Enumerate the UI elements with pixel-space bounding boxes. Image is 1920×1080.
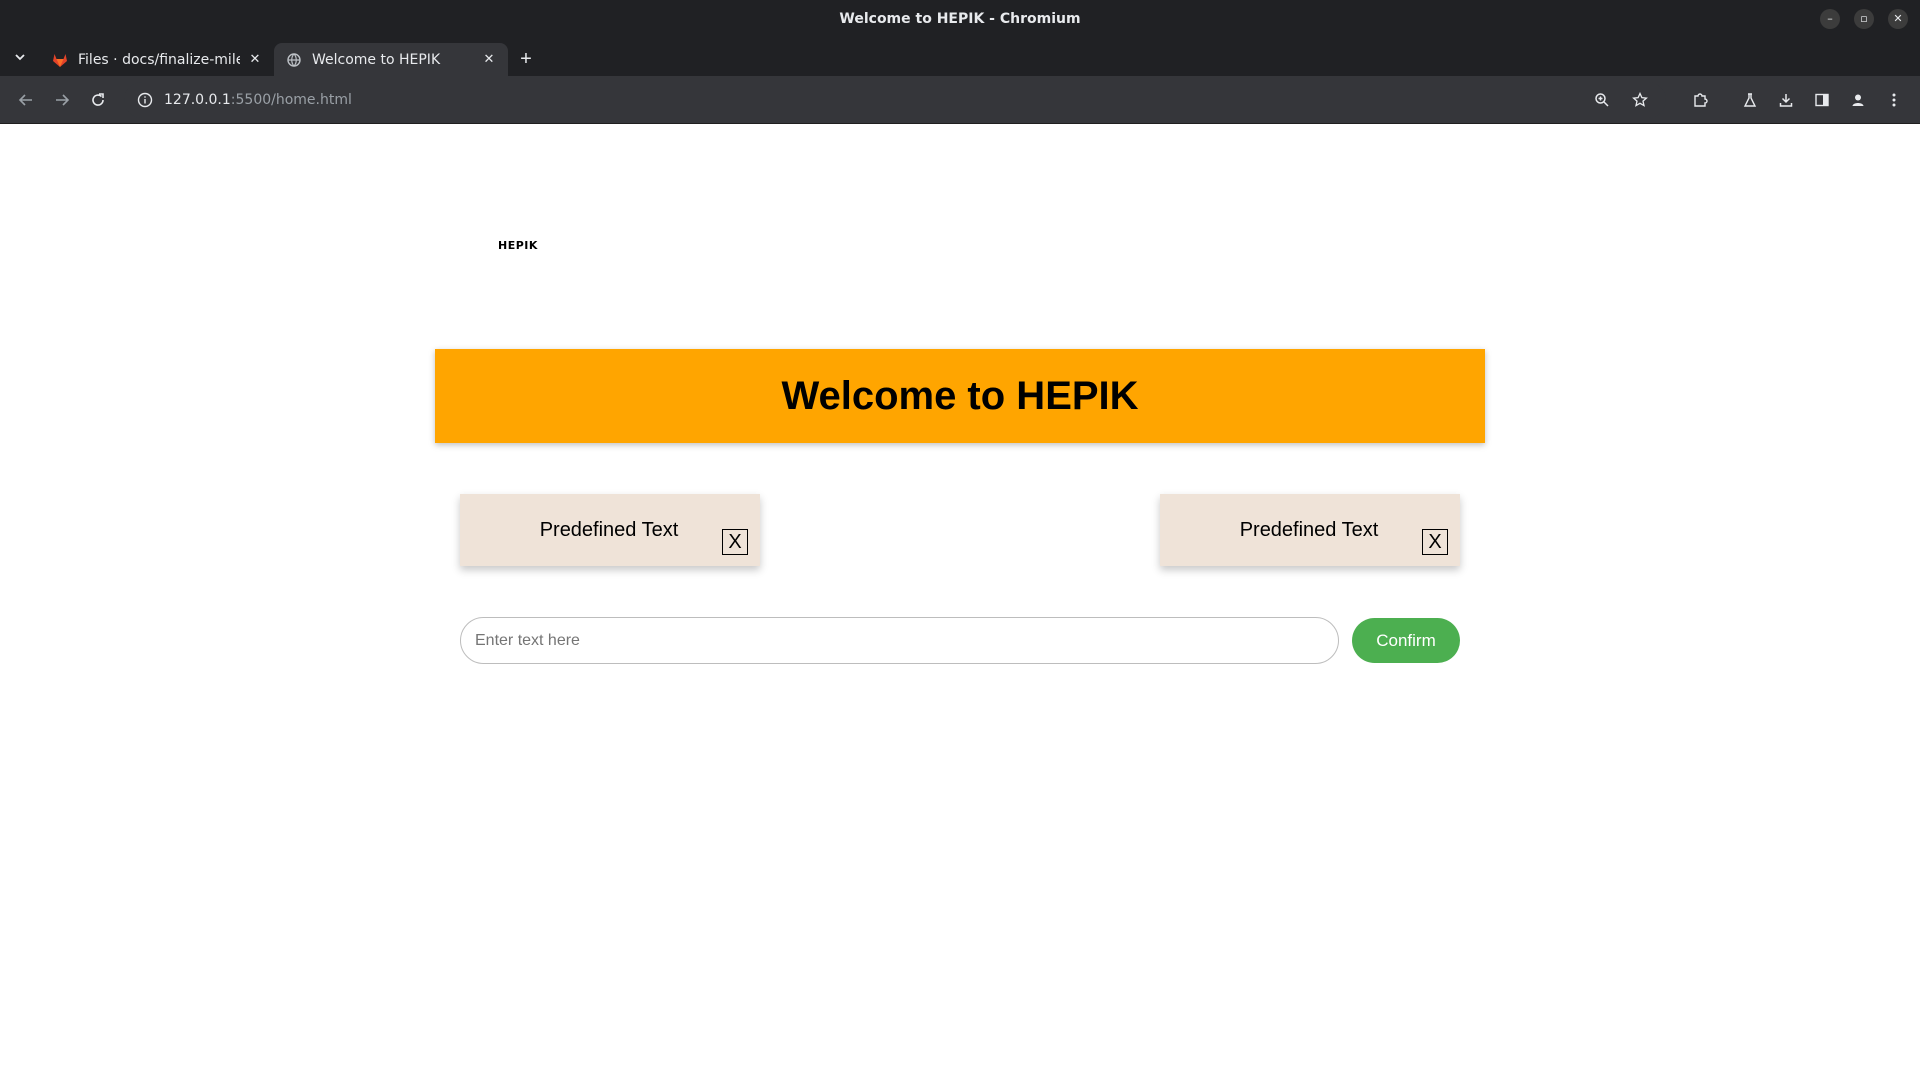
close-tab-icon[interactable]: ✕ xyxy=(480,51,498,69)
star-icon xyxy=(1632,91,1648,107)
restore-button[interactable]: ▫ xyxy=(1854,8,1874,29)
zoom-button[interactable] xyxy=(1584,82,1620,118)
confirm-button[interactable]: Confirm xyxy=(1352,618,1460,663)
page-title: Welcome to HEPIK xyxy=(781,373,1139,418)
zoom-icon xyxy=(1595,92,1609,107)
flask-icon xyxy=(1743,92,1757,107)
menu-button[interactable] xyxy=(1876,82,1912,118)
page-content: HEPIK Welcome to HEPIK Predefined Text X… xyxy=(0,124,1920,1080)
url-path: :5500/home.html xyxy=(230,91,352,108)
minimize-button[interactable]: – xyxy=(1820,8,1840,29)
tab-title: Welcome to HEPIK xyxy=(312,51,441,68)
window-titlebar: Welcome to HEPIK - Chromium – ▫ ✕ xyxy=(0,0,1920,37)
card-text: Predefined Text xyxy=(539,518,679,541)
downloads-button[interactable] xyxy=(1768,82,1804,118)
side-panel-icon xyxy=(1815,93,1829,106)
predefined-text-card[interactable]: Predefined Text X xyxy=(1160,494,1460,566)
plus-icon: + xyxy=(520,48,532,70)
predefined-text-card[interactable]: Predefined Text X xyxy=(460,494,760,566)
tab-gitlab-files[interactable]: Files · docs/finalize-mile ✕ xyxy=(40,43,274,76)
new-tab-button[interactable]: + xyxy=(508,43,544,76)
extensions-button[interactable] xyxy=(1682,82,1718,118)
window-title: Welcome to HEPIK - Chromium xyxy=(839,10,1081,27)
card-text: Predefined Text xyxy=(1239,518,1379,541)
back-button[interactable] xyxy=(8,82,44,118)
window-controls: – ▫ ✕ xyxy=(1820,0,1908,37)
arrow-right-icon xyxy=(56,93,70,106)
site-info-icon[interactable] xyxy=(134,89,156,111)
side-panel-button[interactable] xyxy=(1804,82,1840,118)
globe-icon xyxy=(286,52,302,68)
browser-toolbar: 127.0.0.1:5500/home.html xyxy=(0,76,1920,124)
brand-logo: HEPIK xyxy=(498,239,538,252)
forward-button[interactable] xyxy=(44,82,80,118)
profile-icon xyxy=(1852,94,1864,106)
gitlab-icon xyxy=(52,52,68,68)
address-bar[interactable]: 127.0.0.1:5500/home.html xyxy=(124,81,1666,118)
close-window-button[interactable]: ✕ xyxy=(1888,8,1908,29)
labs-button[interactable] xyxy=(1732,82,1768,118)
close-tab-icon[interactable]: ✕ xyxy=(246,51,264,69)
url-host: 127.0.0.1 xyxy=(164,91,231,108)
reload-button[interactable] xyxy=(80,82,116,118)
kebab-menu-icon xyxy=(1892,93,1896,106)
tab-search-button[interactable] xyxy=(0,37,40,76)
welcome-banner: Welcome to HEPIK xyxy=(435,349,1485,443)
download-icon xyxy=(1779,93,1793,107)
chevron-down-icon xyxy=(15,53,25,60)
tab-strip: Files · docs/finalize-mile ✕ Welcome to … xyxy=(0,37,1920,76)
omnibox-actions xyxy=(1584,82,1658,118)
card-close-button[interactable]: X xyxy=(1422,529,1448,555)
toolbar-right xyxy=(1682,82,1912,118)
tab-welcome-hepik[interactable]: Welcome to HEPIK ✕ xyxy=(274,43,508,76)
profile-button[interactable] xyxy=(1840,82,1876,118)
text-input[interactable] xyxy=(460,617,1339,664)
url-text: 127.0.0.1:5500/home.html xyxy=(164,92,352,108)
card-close-button[interactable]: X xyxy=(722,529,748,555)
reload-icon xyxy=(92,92,104,106)
puzzle-icon xyxy=(1694,92,1708,107)
bookmark-button[interactable] xyxy=(1622,82,1658,118)
arrow-left-icon xyxy=(18,93,32,106)
tab-title: Files · docs/finalize-mile xyxy=(78,51,240,68)
